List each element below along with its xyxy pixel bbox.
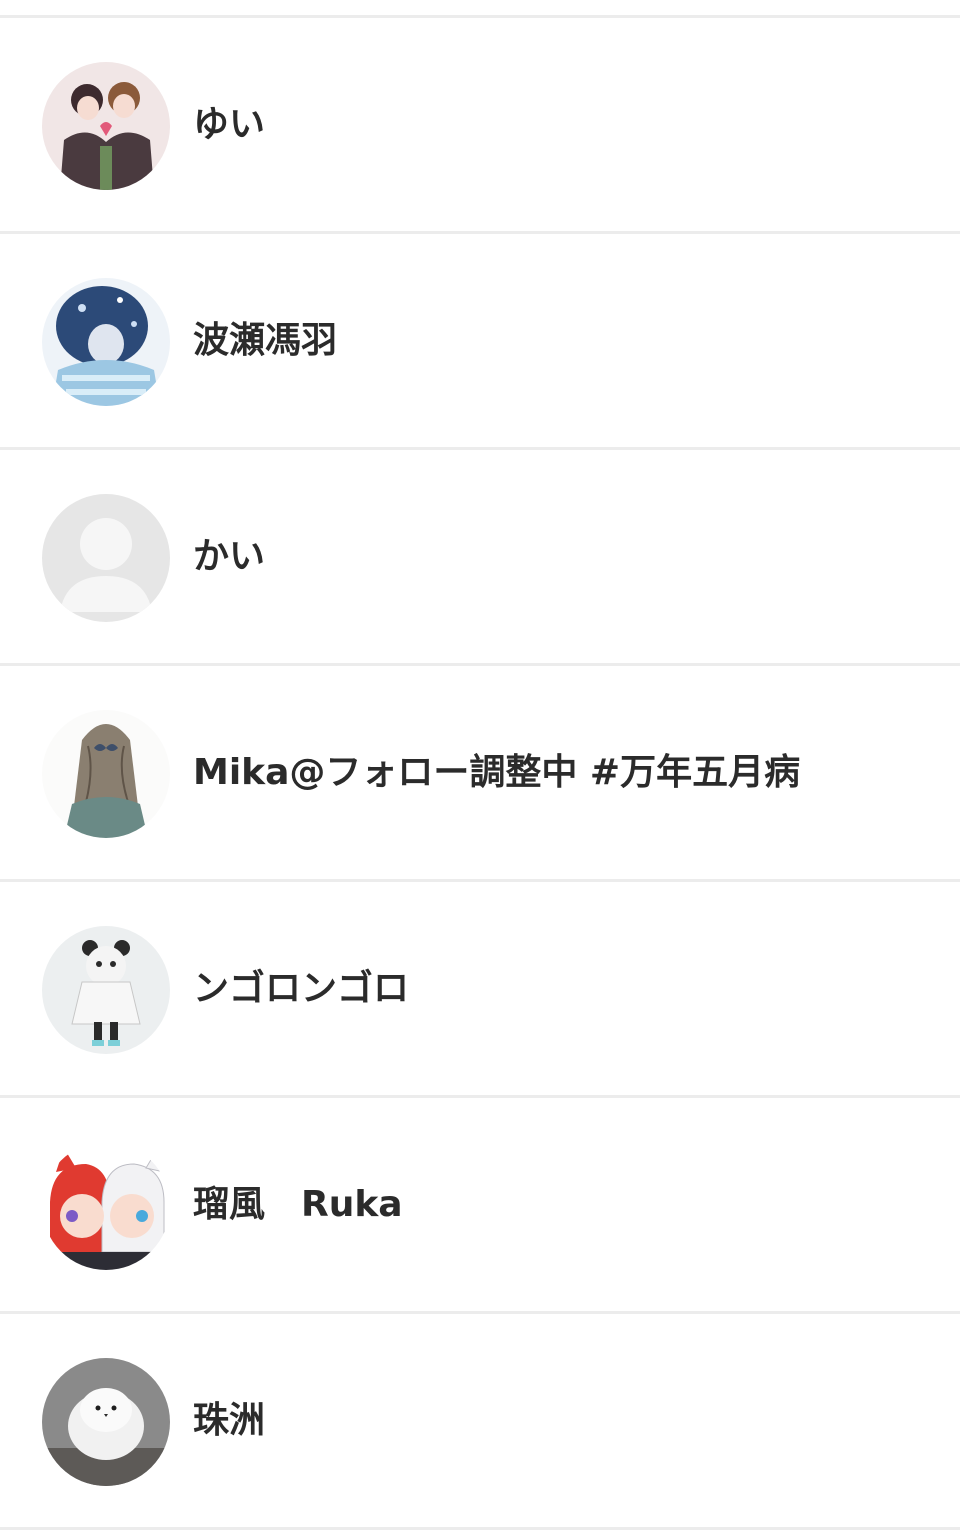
user-avatar[interactable] bbox=[42, 1358, 170, 1486]
user-avatar[interactable] bbox=[42, 710, 170, 838]
user-avatar[interactable] bbox=[42, 278, 170, 406]
user-name: 瑠風 Ruka bbox=[193, 1184, 403, 1225]
user-name: ゆい bbox=[193, 104, 266, 145]
user-avatar[interactable] bbox=[42, 62, 170, 190]
divider bbox=[0, 1527, 960, 1530]
couple-illustration-avatar-image bbox=[42, 62, 170, 190]
user-row-7[interactable]: 珠洲 bbox=[0, 1314, 960, 1527]
user-row-3[interactable]: かい bbox=[0, 450, 960, 663]
white-bird-photo-avatar-image bbox=[42, 1358, 170, 1486]
user-name: かい bbox=[193, 536, 266, 577]
blue-hair-illustration-avatar-image bbox=[42, 278, 170, 406]
user-name: ンゴロンゴロ bbox=[193, 968, 410, 1009]
user-row-5[interactable]: ンゴロンゴロ bbox=[0, 882, 960, 1095]
user-row-4[interactable]: Mika@フォロー調整中 #万年五月病 bbox=[0, 666, 960, 879]
user-avatar[interactable] bbox=[42, 1142, 170, 1270]
user-list: ゆい 波瀬馮羽 かい Mika@フォロー調整中 #万年五月病 ンゴロンゴロ 瑠風… bbox=[0, 0, 960, 1532]
user-name: 珠洲 bbox=[193, 1400, 266, 1441]
user-avatar[interactable] bbox=[42, 494, 170, 622]
user-name: 波瀬馮羽 bbox=[193, 320, 338, 361]
user-row-2[interactable]: 波瀬馮羽 bbox=[0, 234, 960, 447]
user-name: Mika@フォロー調整中 #万年五月病 bbox=[193, 752, 801, 793]
user-row-1[interactable]: ゆい bbox=[0, 18, 960, 231]
two-characters-illustration-avatar-image bbox=[42, 1142, 170, 1270]
default-user-avatar-image bbox=[42, 494, 170, 622]
user-row-6[interactable]: 瑠風 Ruka bbox=[0, 1098, 960, 1311]
panda-hood-illustration-avatar-image bbox=[42, 926, 170, 1054]
user-avatar[interactable] bbox=[42, 926, 170, 1054]
long-hair-girl-illustration-avatar-image bbox=[42, 710, 170, 838]
